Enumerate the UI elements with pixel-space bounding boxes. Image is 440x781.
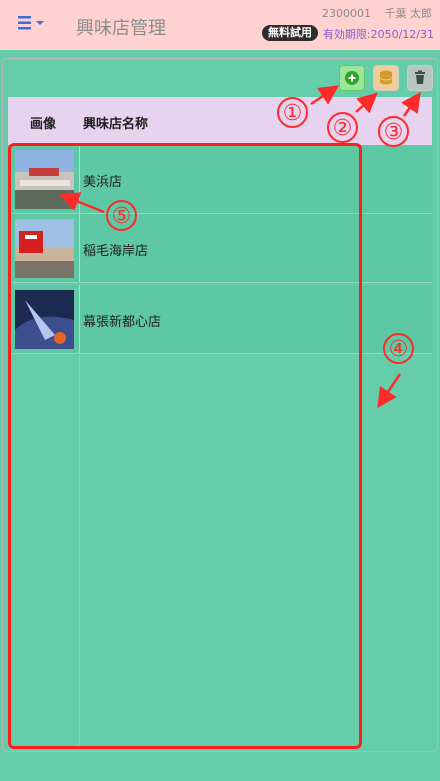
annotation-arrows bbox=[59, 85, 421, 409]
